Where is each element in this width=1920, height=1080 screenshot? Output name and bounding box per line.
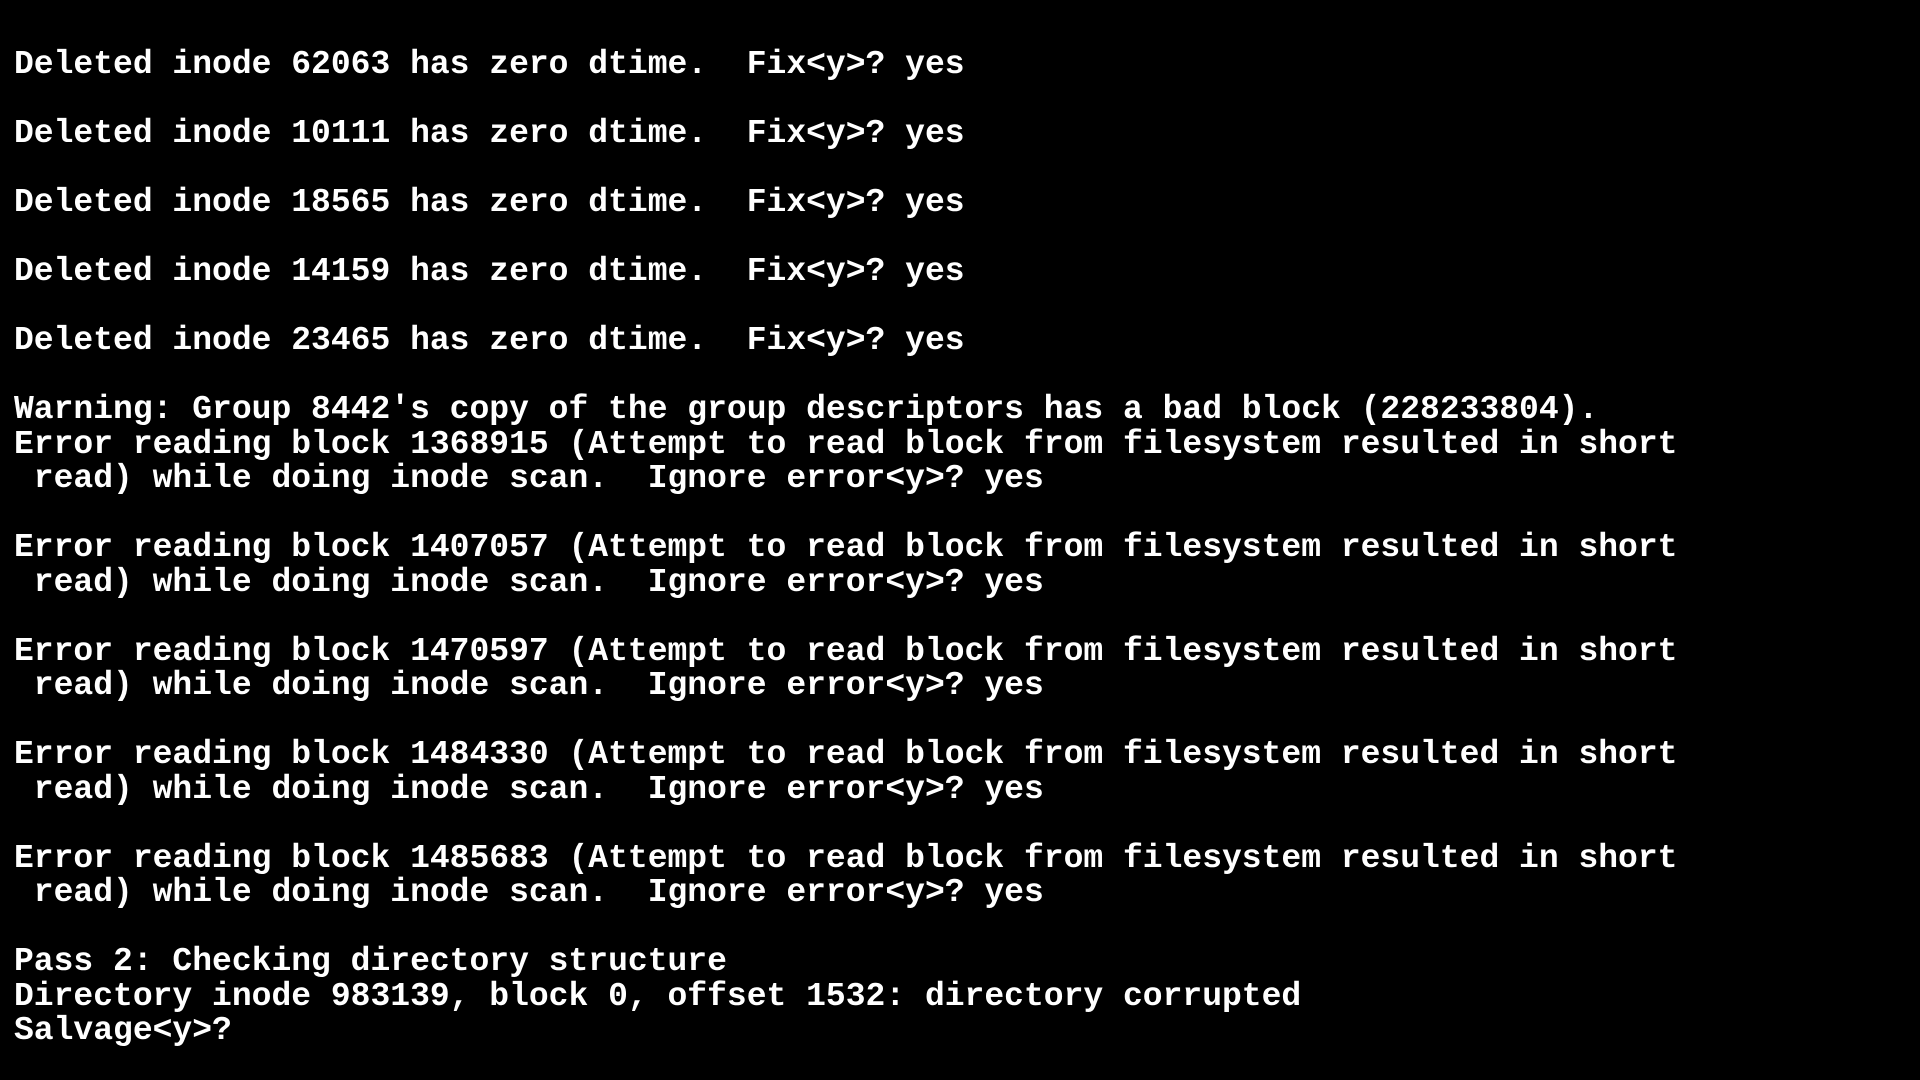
terminal-line: Error reading block 1470597 (Attempt to … [14,632,1678,670]
terminal-line: Deleted inode 62063 has zero dtime. Fix<… [14,46,965,83]
terminal-prompt-line[interactable]: Salvage<y>? [14,1013,1914,1049]
terminal-line: Deleted inode 14159 has zero dtime. Fix<… [14,253,965,290]
terminal-line: Error reading block 1368915 (Attempt to … [14,425,1678,463]
terminal-line: Directory inode 983139, block 0, offset … [14,977,1302,1015]
terminal-line: Warning: Group 8442's copy of the group … [14,391,1599,428]
terminal-line: Deleted inode 10111 has zero dtime. Fix<… [14,115,965,152]
terminal-line: Deleted inode 23465 has zero dtime. Fix<… [14,322,965,359]
terminal-window[interactable]: Deleted inode 62063 has zero dtime. Fix<… [0,0,1920,1080]
terminal-line: Error reading block 1407057 (Attempt to … [14,529,1678,566]
terminal-line: read) while doing inode scan. Ignore err… [14,667,1044,704]
terminal-screen: Deleted inode 62063 has zero dtime. Fix<… [14,46,1914,1049]
terminal-line: read) while doing inode scan. Ignore err… [14,874,1044,911]
terminal-line: read) while doing inode scan. Ignore err… [14,563,1044,601]
terminal-line: Error reading block 1485683 (Attempt to … [14,839,1678,877]
terminal-line: Deleted inode 18565 has zero dtime. Fix<… [14,184,965,221]
terminal-line: Error reading block 1484330 (Attempt to … [14,736,1678,773]
terminal-line: Pass 2: Checking directory structure [14,943,727,980]
terminal-line: read) while doing inode scan. Ignore err… [14,770,1044,808]
terminal-line: read) while doing inode scan. Ignore err… [14,460,1044,497]
